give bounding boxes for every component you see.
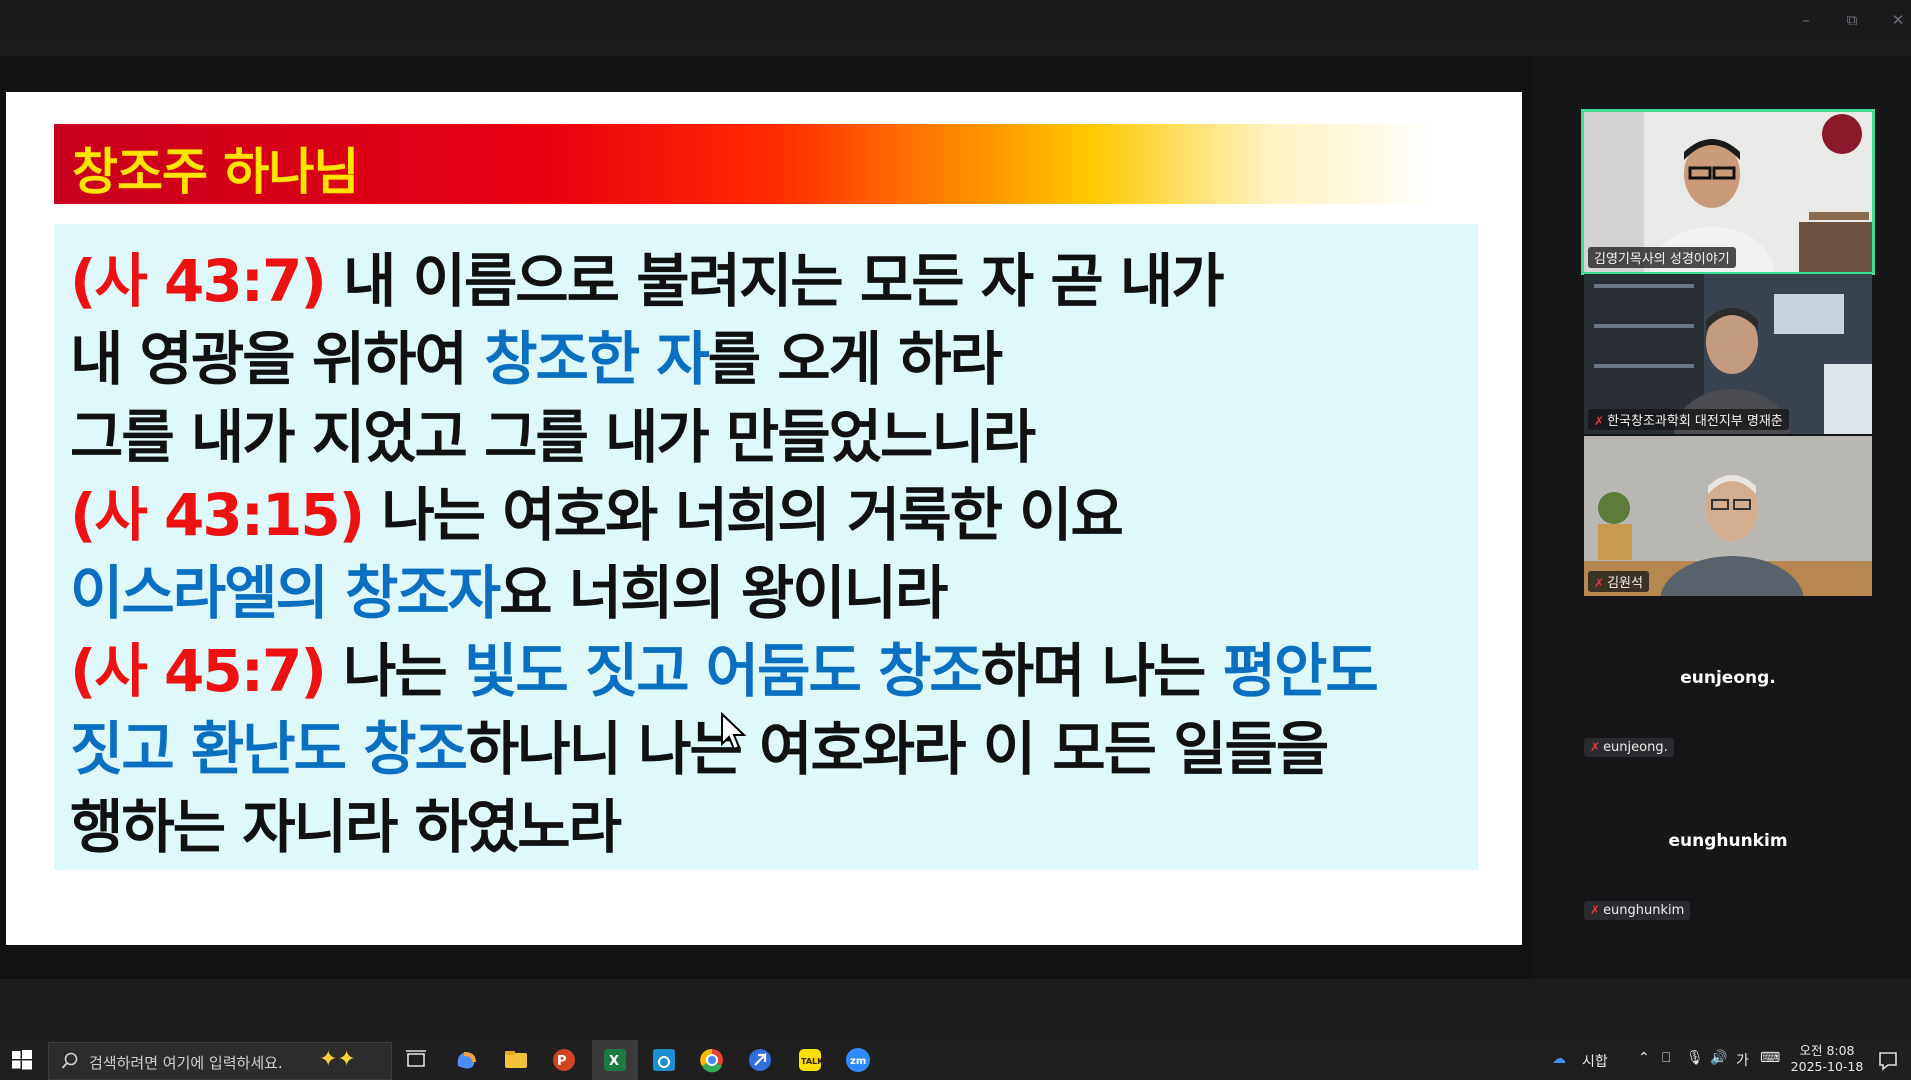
search-icon	[61, 1052, 78, 1069]
weather-text[interactable]: 시합	[1582, 1051, 1608, 1071]
chrome-icon[interactable]	[698, 1046, 726, 1074]
scripture-line: 행하는 자니라 하였노라	[70, 780, 622, 864]
participant-name-2: ✗ 한국창조과학회 대전지부 명재춘	[1588, 409, 1789, 430]
microphone-icon[interactable]: 🎙	[1686, 1050, 1704, 1066]
scripture-text-box: (사 43:7) 내 이름으로 불려지는 모든 자 곧 내가 내 영광을 위하여 …	[54, 224, 1478, 870]
verse-text: 행하는 자니라 하였노라	[70, 793, 622, 861]
scripture-line: 이스라엘의 창조자요 너희의 왕이니라	[70, 546, 948, 630]
scripture-line: (사 43:7) 내 이름으로 불려지는 모든 자 곧 내가	[70, 234, 1225, 318]
verse-reference: (사 43:7)	[70, 247, 327, 315]
hangul-icon[interactable]	[650, 1046, 678, 1074]
mouse-cursor-icon	[721, 712, 747, 751]
participant-4-label: ✗ eunjeong.	[1584, 738, 1674, 757]
scripture-line: (사 43:15) 나는 여호와 너희의 거룩한 이요	[70, 468, 1124, 552]
highlighted-phrase: 빛도 짓고 어둠도 창조	[463, 637, 983, 705]
keyboard-icon[interactable]: ⌨	[1760, 1050, 1780, 1066]
svg-text:X: X	[609, 1054, 619, 1069]
taskbar-search-box[interactable]: 검색하려면 여기에 입력하세요. ✦✦	[48, 1042, 392, 1080]
slide-title: 창조주 하나님	[72, 143, 359, 201]
scripture-line: 짓고 환난도 창조하나니 나는 여호와라 이 모든 일들을	[70, 702, 1329, 786]
arrow-app-icon[interactable]	[746, 1046, 774, 1074]
video-tile-2[interactable]: ✗ 한국창조과학회 대전지부 명재춘	[1584, 274, 1872, 434]
svg-text:P: P	[557, 1054, 567, 1069]
verse-text: 내 이름으로 불려지는 모든 자 곧 내가	[324, 247, 1225, 315]
participant-name-3-text: 김원석	[1607, 576, 1643, 591]
network-icon[interactable]: ⎕	[1662, 1050, 1670, 1066]
slide-title-band: 창조주 하나님	[54, 124, 1434, 204]
task-view-icon[interactable]	[402, 1046, 430, 1074]
verse-text: 내 영광을 위하여	[70, 325, 485, 393]
verse-text: 그를 내가 지었고 그를 내가 만들었느니라	[70, 403, 1036, 471]
participant-4-display-name: eunjeong.	[1680, 668, 1776, 688]
mic-muted-icon: ✗	[1594, 414, 1605, 428]
scripture-line: 그를 내가 지었고 그를 내가 만들었느니라	[70, 390, 1036, 474]
participant-5-display-name: eunghunkim	[1668, 831, 1788, 851]
participant-name-1: 김영기목사의 성경이야기	[1588, 247, 1736, 268]
restore-button[interactable]: ⧉	[1834, 6, 1870, 34]
copilot-icon[interactable]	[452, 1046, 480, 1074]
file-explorer-icon[interactable]	[502, 1046, 530, 1074]
participant-name-2-text: 한국창조과학회 대전지부 명재춘	[1607, 414, 1783, 429]
participant-4-label-text: eunjeong.	[1603, 740, 1668, 755]
search-placeholder: 검색하려면 여기에 입력하세요.	[89, 1054, 283, 1072]
mic-muted-icon: ✗	[1590, 740, 1601, 754]
verse-text: 를 오게 하라	[707, 325, 1003, 393]
participant-name-3: ✗ 김원석	[1588, 571, 1649, 592]
video-tile-1[interactable]: 김영기목사의 성경이야기	[1581, 109, 1875, 275]
zoom-icon[interactable]: zm	[844, 1046, 872, 1074]
clock-time: 오전 8:08	[1799, 1043, 1855, 1058]
weather-icon[interactable]: ☁	[1552, 1051, 1566, 1067]
volume-icon[interactable]: 🔊	[1710, 1050, 1727, 1066]
svg-text:zm: zm	[850, 1056, 866, 1067]
highlighted-phrase: 평안도	[1222, 637, 1379, 705]
clock-date: 2025-10-18	[1790, 1059, 1864, 1074]
windows-start-icon[interactable]	[12, 1050, 32, 1070]
participant-5-label: ✗ eunghunkim	[1584, 901, 1691, 920]
highlighted-phrase: 이스라엘의 창조자	[70, 559, 501, 627]
scripture-line: 내 영광을 위하여 창조한 자를 오게 하라	[70, 312, 1003, 396]
verse-text: 요 너희의 왕이니라	[499, 559, 948, 627]
verse-reference: (사 45:7)	[70, 637, 327, 705]
kakaotalk-icon[interactable]: TALK	[796, 1046, 824, 1074]
ime-indicator[interactable]: 가	[1736, 1050, 1749, 1070]
window-titlebar: – ⧉ ✕	[0, 0, 1911, 40]
powerpoint-icon[interactable]: P	[550, 1046, 578, 1074]
system-clock[interactable]: 오전 8:08 2025-10-18	[1784, 1043, 1870, 1075]
participant-5-label-text: eunghunkim	[1603, 903, 1685, 918]
verse-text: 나는	[324, 637, 464, 705]
chevron-up-icon[interactable]: ⌃	[1638, 1050, 1650, 1066]
close-button[interactable]: ✕	[1880, 6, 1911, 34]
svg-text:TALK: TALK	[801, 1057, 824, 1066]
verse-text: 하며 나는	[980, 637, 1223, 705]
notification-icon[interactable]	[1874, 1046, 1902, 1074]
windows-taskbar: 검색하려면 여기에 입력하세요. ✦✦ P X TALK zm ☁ 시합 ⌃ ⎕…	[0, 1040, 1911, 1080]
verse-text: 나는 여호와 너희의 거룩한 이요	[363, 481, 1123, 549]
sparkle-icon: ✦✦	[319, 1047, 356, 1072]
verse-reference: (사 43:15)	[70, 481, 365, 549]
minimize-button[interactable]: –	[1788, 6, 1824, 34]
mic-muted-icon: ✗	[1590, 903, 1601, 917]
scripture-line: (사 45:7) 나는 빛도 짓고 어둠도 창조하며 나는 평안도	[70, 624, 1379, 708]
mic-muted-icon: ✗	[1594, 576, 1605, 590]
presentation-slide: 창조주 하나님 (사 43:7) 내 이름으로 불려지는 모든 자 곧 내가 내 …	[6, 92, 1522, 945]
highlighted-phrase: 짓고 환난도 창조	[70, 715, 468, 783]
highlighted-phrase: 창조한 자	[484, 325, 710, 393]
video-tile-3[interactable]: ✗ 김원석	[1584, 436, 1872, 596]
verse-text: 하나니 나는 여호와라 이 모든 일들을	[465, 715, 1329, 783]
excel-icon[interactable]: X	[601, 1046, 629, 1074]
